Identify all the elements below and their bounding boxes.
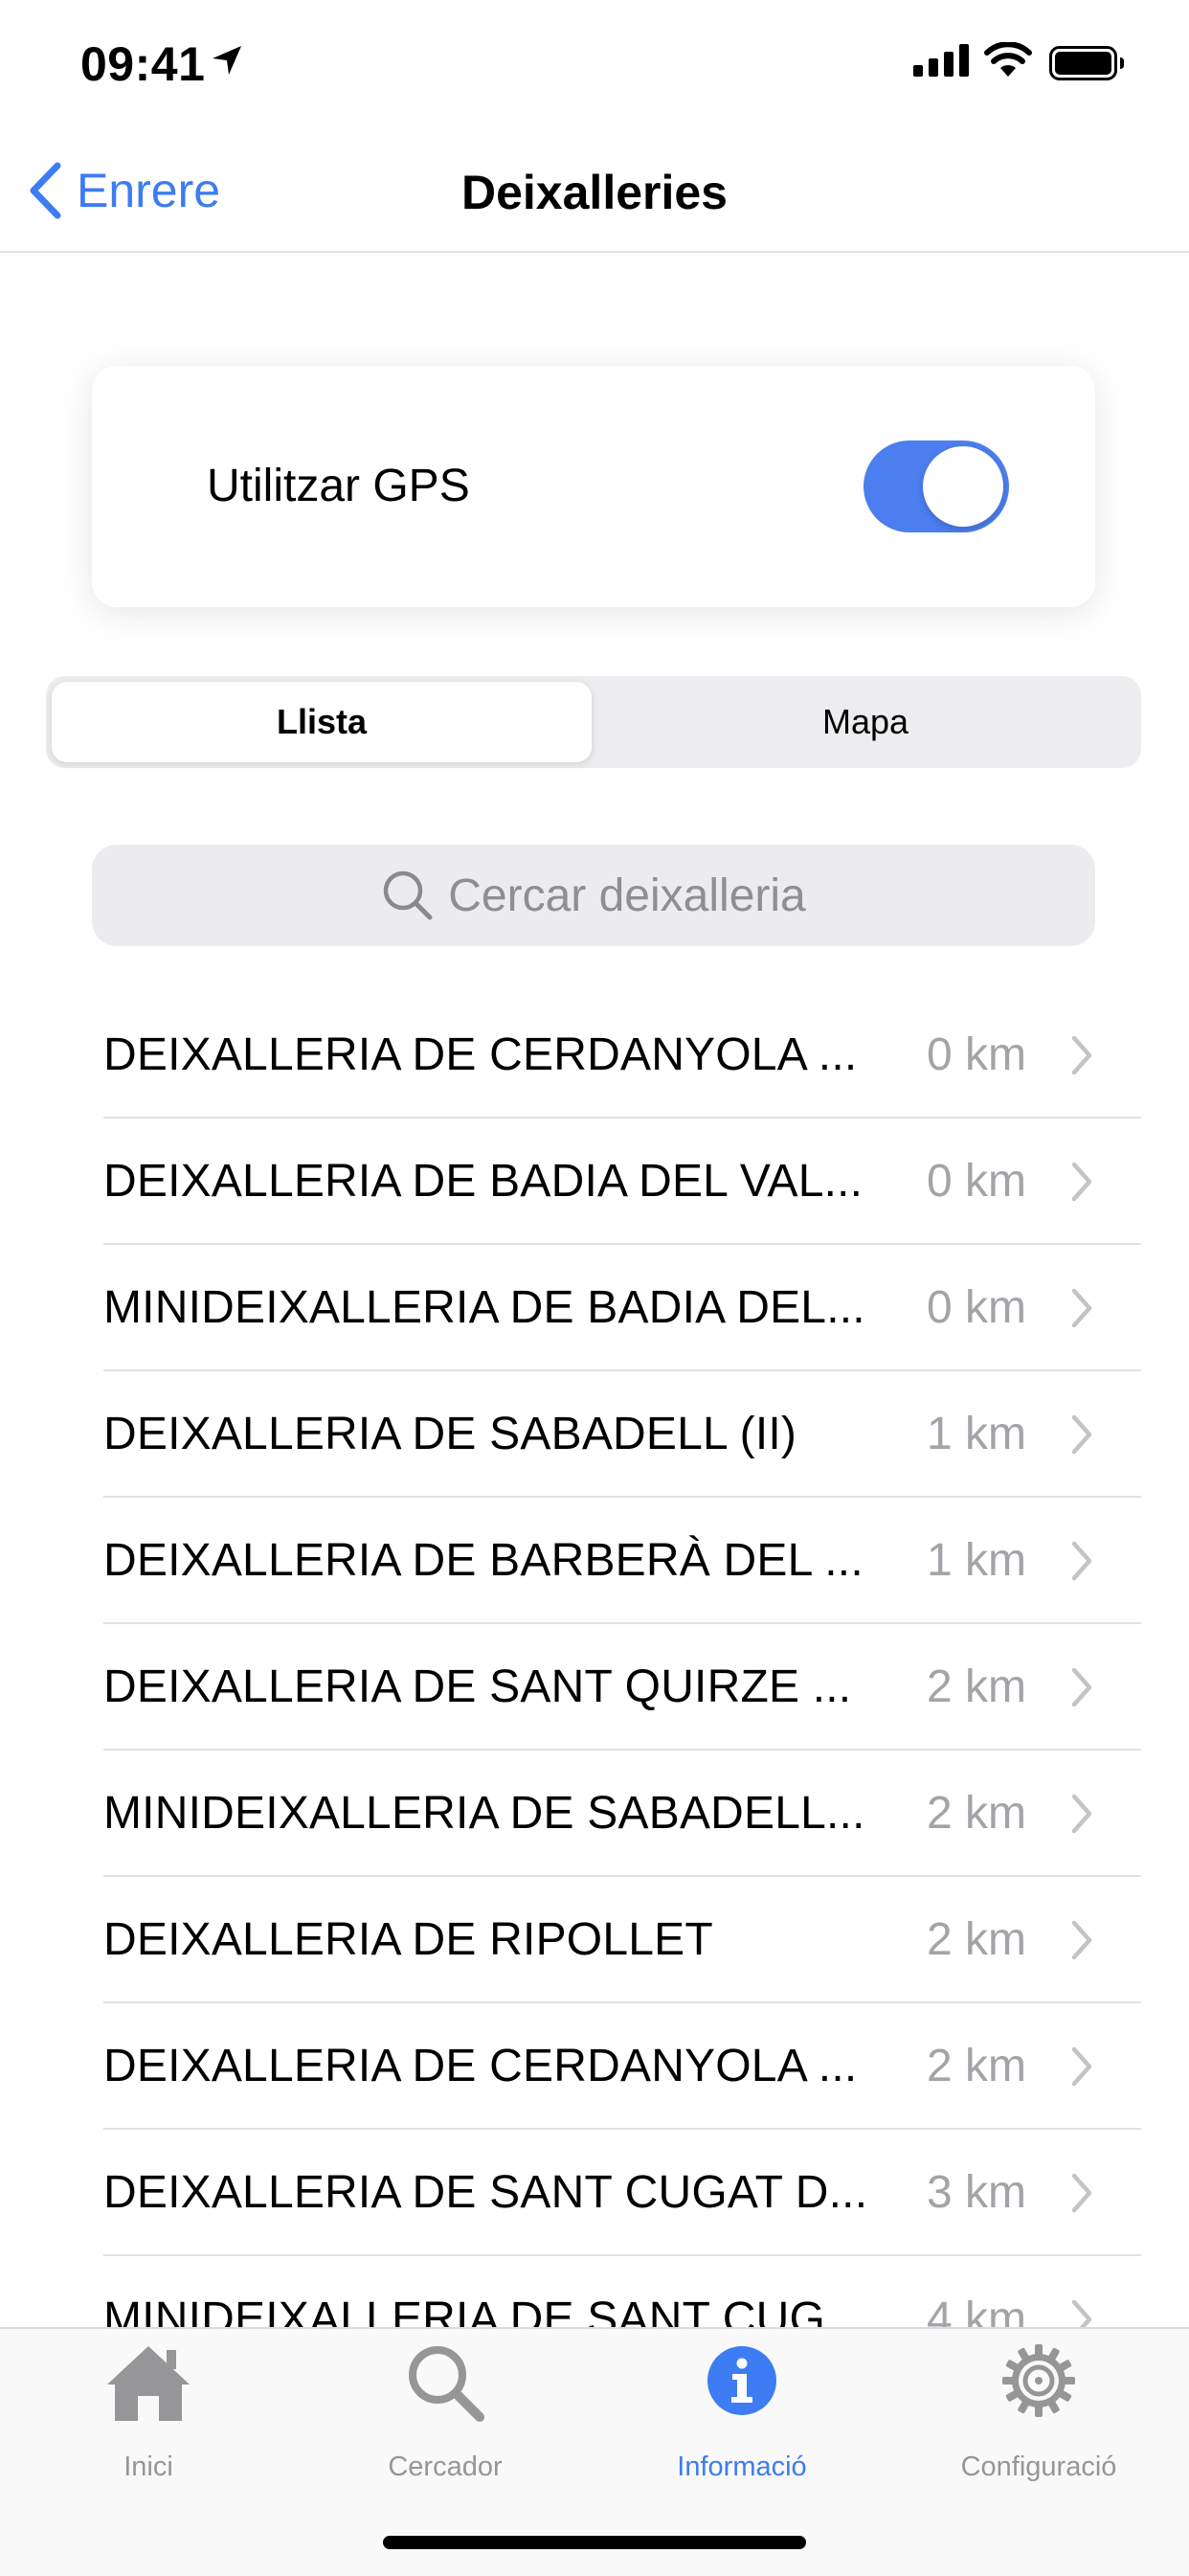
item-distance: 1 km (926, 1535, 1026, 1586)
search-input[interactable]: Cercar deixalleria (92, 845, 1095, 946)
tab-label: Inici (123, 2452, 173, 2482)
list-item[interactable]: DEIXALLERIA DE BADIA DEL VAL... 0 km (0, 1119, 1189, 1245)
list-item[interactable]: DEIXALLERIA DE RIPOLLET 2 km (0, 1877, 1189, 2003)
location-arrow-icon (213, 46, 241, 75)
list-item[interactable]: MINIDEIXALLERIA DE SABADELL... 2 km (0, 1751, 1189, 1877)
item-distance: 0 km (926, 1156, 1026, 1207)
cellular-signal-icon (913, 44, 969, 77)
item-name: DEIXALLERIA DE RIPOLLET (103, 1914, 713, 1965)
chevron-right-icon (1071, 1667, 1092, 1707)
tab-cercador[interactable]: Cercador (297, 2329, 594, 2492)
item-distance: 3 km (926, 2167, 1026, 2218)
search-placeholder: Cercar deixalleria (448, 870, 806, 921)
tab-label: Configuració (960, 2452, 1117, 2482)
list-item[interactable]: DEIXALLERIA DE CERDANYOLA ... 0 km (0, 992, 1189, 1119)
list-item[interactable]: DEIXALLERIA DE CERDANYOLA ... 2 km (0, 2003, 1189, 2130)
item-distance: 0 km (926, 1282, 1026, 1333)
item-name: MINIDEIXALLERIA DE SANT CUG... (103, 2294, 864, 2327)
navigation-bar: Enrere Deixalleries (0, 126, 1189, 253)
item-distance: 2 km (926, 1661, 1026, 1712)
wifi-icon (984, 42, 1032, 77)
chevron-right-icon (1071, 1162, 1092, 1202)
tab-label: Informació (677, 2452, 807, 2482)
tab-informacio[interactable]: Informació (594, 2329, 890, 2492)
search-icon (409, 2346, 484, 2422)
item-name: MINIDEIXALLERIA DE SABADELL... (103, 1788, 865, 1839)
list-item[interactable]: DEIXALLERIA DE SANT CUGAT D... 3 km (0, 2130, 1189, 2256)
item-name: DEIXALLERIA DE CERDANYOLA ... (103, 1029, 858, 1080)
item-distance: 2 km (926, 1788, 1026, 1839)
battery-icon (1049, 46, 1124, 80)
segment-list[interactable]: Llista (52, 682, 592, 762)
chevron-right-icon (1071, 1920, 1092, 1960)
info-icon (707, 2346, 776, 2415)
item-distance: 2 km (926, 1914, 1026, 1965)
chevron-right-icon (1071, 2173, 1092, 2213)
list-item[interactable]: MINIDEIXALLERIA DE SANT CUG... 4 km (0, 2256, 1189, 2327)
chevron-right-icon (1071, 1414, 1092, 1455)
gps-card: Utilitzar GPS (92, 366, 1095, 607)
list-item[interactable]: DEIXALLERIA DE BARBERÀ DEL ... 1 km (0, 1498, 1189, 1624)
search-icon (384, 870, 433, 920)
status-bar: 09:41 (0, 0, 1189, 126)
gps-toggle[interactable] (864, 441, 1009, 532)
item-name: DEIXALLERIA DE CERDANYOLA ... (103, 2041, 858, 2091)
tab-configuracio[interactable]: Configuració (890, 2329, 1187, 2492)
item-distance: 0 km (926, 1029, 1026, 1080)
chevron-right-icon (1071, 1794, 1092, 1834)
toggle-knob (923, 446, 1003, 527)
item-name: DEIXALLERIA DE BARBERÀ DEL ... (103, 1535, 864, 1586)
item-name: MINIDEIXALLERIA DE BADIA DEL... (103, 1282, 865, 1333)
gps-label: Utilitzar GPS (207, 461, 470, 511)
gear-icon (1002, 2344, 1075, 2417)
list-item[interactable]: DEIXALLERIA DE SABADELL (II) 1 km (0, 1371, 1189, 1498)
item-distance: 4 km (926, 2294, 1026, 2327)
home-indicator (383, 2536, 806, 2549)
tab-label: Cercador (388, 2452, 503, 2482)
view-segmented-control: Llista Mapa (46, 676, 1141, 768)
chevron-right-icon (1071, 1288, 1092, 1328)
item-name: DEIXALLERIA DE SANT QUIRZE ... (103, 1661, 852, 1712)
chevron-right-icon (1071, 2299, 1092, 2327)
segment-map[interactable]: Mapa (595, 682, 1135, 762)
tab-inici[interactable]: Inici (0, 2329, 297, 2492)
item-distance: 1 km (926, 1409, 1026, 1459)
chevron-right-icon (1071, 2046, 1092, 2087)
item-name: DEIXALLERIA DE SANT CUGAT D... (103, 2167, 868, 2218)
list-item[interactable]: DEIXALLERIA DE SANT QUIRZE ... 2 km (0, 1624, 1189, 1751)
page-title: Deixalleries (461, 166, 728, 219)
recycling-centers-list: DEIXALLERIA DE CERDANYOLA ... 0 km DEIXA… (0, 992, 1189, 2327)
chevron-right-icon (1071, 1035, 1092, 1075)
item-name: DEIXALLERIA DE SABADELL (II) (103, 1409, 797, 1459)
list-item[interactable]: MINIDEIXALLERIA DE BADIA DEL... 0 km (0, 1245, 1189, 1371)
item-distance: 2 km (926, 2041, 1026, 2091)
item-name: DEIXALLERIA DE BADIA DEL VAL... (103, 1156, 864, 1207)
status-time: 09:41 (80, 37, 206, 91)
chevron-right-icon (1071, 1541, 1092, 1581)
home-icon (107, 2346, 190, 2421)
